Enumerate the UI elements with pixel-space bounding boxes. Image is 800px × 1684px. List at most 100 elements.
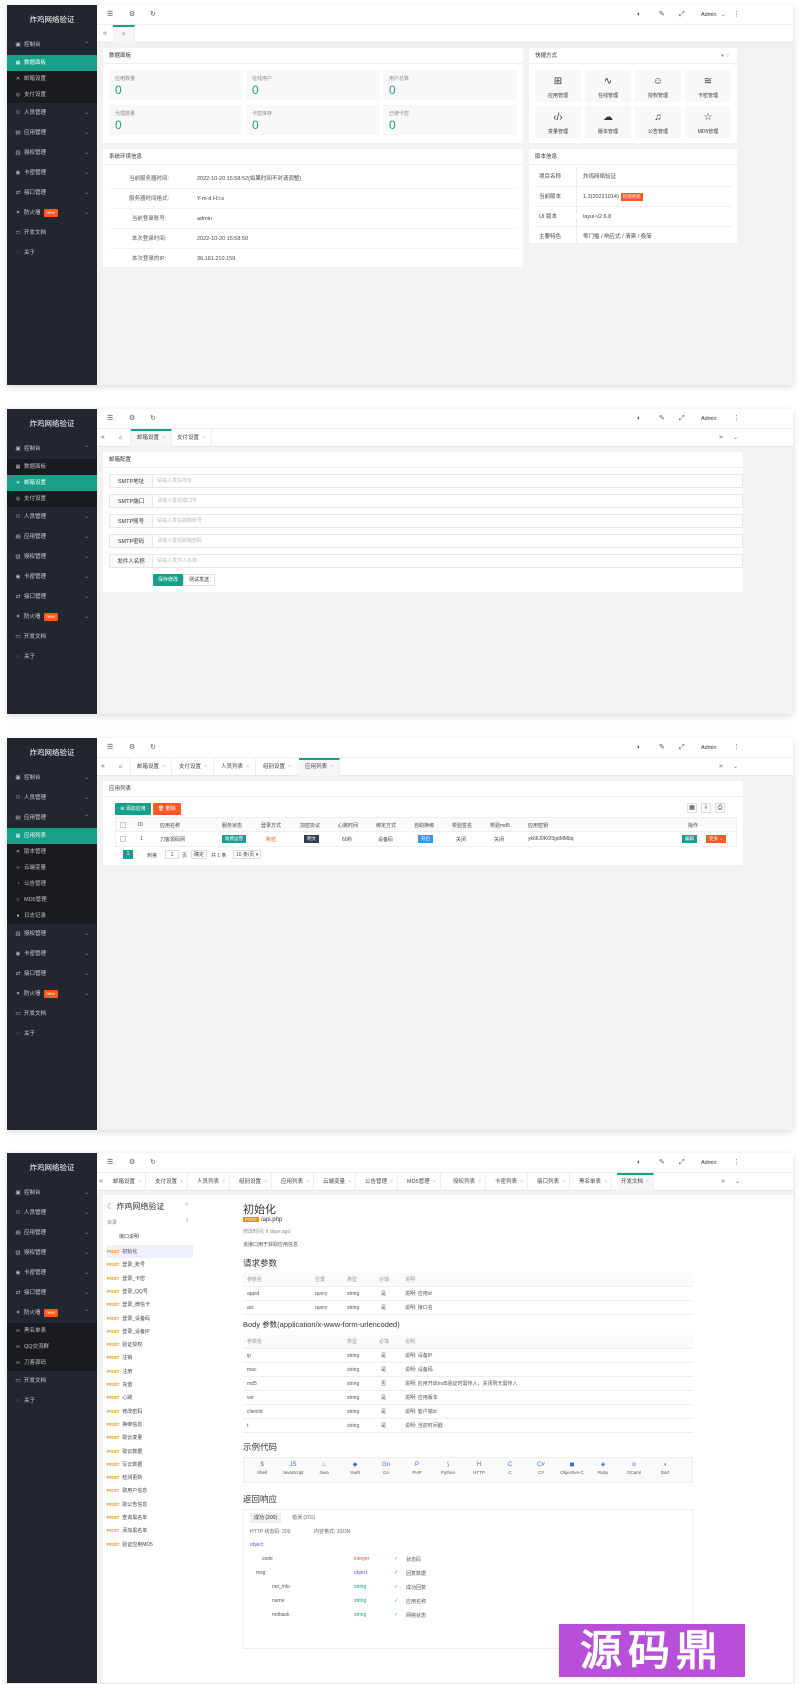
expand-icon[interactable]: ⤢: [679, 409, 685, 429]
sidebar-item-cards[interactable]: ◉ 卡密管理 ⌄: [7, 567, 97, 587]
sidebar-item-apps[interactable]: ▤ 应用管理 ⌄: [7, 527, 97, 547]
tab-pay[interactable]: 支付设置 ×: [151, 1173, 189, 1191]
api-item[interactable]: POST 登录_设备IP: [107, 1325, 193, 1338]
sidebar-item-api[interactable]: ⇄ 接口管理 ⌄: [7, 964, 97, 984]
chevron-down-icon[interactable]: ⌄: [733, 758, 738, 776]
quick-cards[interactable]: ≋ 卡密管理: [685, 70, 731, 102]
more-button[interactable]: 更多 ⌄: [706, 835, 727, 843]
sidebar-item-docs[interactable]: ▭ 开发文档: [7, 223, 97, 243]
language-option[interactable]: Go Go: [372, 1461, 400, 1475]
admin-menu[interactable]: Admin: [701, 738, 717, 758]
api-item[interactable]: POST 充值: [107, 1378, 193, 1391]
api-item[interactable]: POST 验证授权: [107, 1338, 193, 1351]
quick-online[interactable]: ∿ 在线管理: [585, 70, 631, 102]
quick-md5[interactable]: ☆ MD5管理: [685, 106, 731, 138]
sidebar-item-api[interactable]: ⇄ 接口管理 ⌄: [7, 587, 97, 607]
tab-groups[interactable]: 组别设置 ×: [257, 758, 299, 776]
close-icon[interactable]: ×: [330, 764, 333, 770]
page-current[interactable]: 1: [123, 850, 133, 859]
refresh-icon[interactable]: ↻: [150, 409, 156, 429]
menu-icon[interactable]: ☰: [107, 1153, 113, 1173]
language-option[interactable]: CC: [496, 1461, 524, 1475]
api-item[interactable]: POST 取用户信息: [107, 1484, 193, 1497]
api-item[interactable]: POST 检测更新: [107, 1471, 193, 1484]
api-item[interactable]: POST 取公告信息: [107, 1498, 193, 1511]
close-icon[interactable]: ×: [604, 1179, 607, 1185]
close-icon[interactable]: ×: [162, 435, 165, 441]
sidebar-item-cards[interactable]: ◉ 卡密管理 ⌄: [7, 1263, 97, 1283]
tab-dev-docs[interactable]: 开发文档 ×: [617, 1173, 655, 1191]
menu-icon[interactable]: ☰: [107, 5, 113, 25]
sidebar-item-firewall[interactable]: ✦ 防火墙 new ⌃: [7, 1303, 97, 1323]
more-icon[interactable]: ⋮: [733, 5, 740, 25]
double-chevron-right-icon[interactable]: »: [719, 758, 723, 776]
language-option[interactable]: ◖ Dart: [651, 1461, 679, 1475]
sender-name-input[interactable]: 请输入发件人名称: [153, 554, 743, 568]
gear-icon[interactable]: ⚙: [129, 5, 135, 25]
sidebar-item-about[interactable]: ◌ 关于: [7, 647, 97, 667]
api-item[interactable]: POST 登录_卡密: [107, 1272, 193, 1285]
sidebar-sub-pay[interactable]: ◎ 支付设置: [7, 491, 97, 507]
delete-button[interactable]: 🗑 删除: [153, 803, 181, 815]
sidebar-item-staff[interactable]: ⚇ 人员管理 ⌄: [7, 507, 97, 527]
sidebar-item-firewall[interactable]: ✦ 防火墙 new ⌄: [7, 203, 97, 223]
check-update-button[interactable]: 检测更新: [620, 192, 643, 201]
page-jump-input[interactable]: 1: [165, 850, 179, 859]
language-option[interactable]: ◼ Objective-C: [558, 1461, 586, 1475]
close-icon[interactable]: ×: [204, 764, 207, 770]
sidebar-item-docs[interactable]: ▭ 开发文档: [7, 627, 97, 647]
theme-icon[interactable]: ◐: [637, 409, 641, 429]
save-button[interactable]: 保存修改: [153, 574, 184, 586]
smtp-account-input[interactable]: 请输入发信邮箱账号: [153, 514, 743, 528]
close-icon[interactable]: ×: [138, 1179, 141, 1185]
theme-icon[interactable]: ◐: [637, 1153, 641, 1173]
refresh-icon[interactable]: ↻: [150, 1153, 156, 1173]
smtp-host-input[interactable]: 请输入发信地址: [153, 474, 743, 488]
admin-menu[interactable]: Admin: [701, 409, 717, 429]
close-icon[interactable]: ×: [306, 1179, 309, 1185]
row-checkbox[interactable]: [120, 836, 126, 842]
api-item[interactable]: POST 修改密码: [107, 1405, 193, 1418]
home-tab[interactable]: ⌂: [111, 758, 131, 776]
sidebar-item-console[interactable]: ▣ 控制台 ⌄: [7, 768, 97, 788]
select-all-checkbox[interactable]: [120, 822, 126, 828]
tab-notice[interactable]: 公告管理 ×: [361, 1173, 399, 1191]
language-option[interactable]: ◈ Ruby: [589, 1461, 617, 1475]
sidebar-item-docs[interactable]: ▭ 开发文档: [7, 1371, 97, 1391]
api-item[interactable]: POST 取云变量: [107, 1431, 193, 1444]
double-chevron-left-icon[interactable]: «: [101, 429, 105, 447]
refresh-icon[interactable]: ↻: [150, 738, 156, 758]
export-icon[interactable]: ⇩: [701, 803, 711, 813]
api-item[interactable]: POST 查询黑名单: [107, 1511, 193, 1524]
collapse-icon[interactable]: ⇕: [185, 1218, 189, 1224]
tab-error[interactable]: 错误 (201): [288, 1513, 319, 1523]
api-item[interactable]: POST 取云数据: [107, 1445, 193, 1458]
sidebar-item-cards[interactable]: ◉ 卡密管理 ⌄: [7, 163, 97, 183]
close-icon[interactable]: ×: [264, 1179, 267, 1185]
sidebar-item-apps[interactable]: ▤ 应用管理 ⌄: [7, 123, 97, 143]
sidebar-item-console[interactable]: ▣ 控制台 ⌄: [7, 1183, 97, 1203]
language-option[interactable]: JS JavaScript: [279, 1461, 307, 1475]
sidebar-item-staff[interactable]: ⚇ 人员管理 ⌄: [7, 103, 97, 123]
gear-icon[interactable]: ⚙: [129, 738, 135, 758]
api-item[interactable]: POST 添加黑名单: [107, 1524, 193, 1537]
api-item[interactable]: POST 注销: [107, 1351, 193, 1364]
smtp-port-input[interactable]: 请输入发信端口号: [153, 494, 743, 508]
note-icon[interactable]: ✎: [659, 5, 665, 25]
smtp-password-input[interactable]: 请输入发信邮箱密码: [153, 534, 743, 548]
sidebar-item-cards[interactable]: ◉ 卡密管理 ⌄: [7, 944, 97, 964]
expand-icon[interactable]: ⤢: [679, 5, 685, 25]
prev-page-icon[interactable]: ‹: [115, 852, 117, 858]
sidebar-sub-logs[interactable]: ● 日志记录: [7, 908, 97, 924]
expand-icon[interactable]: ⤢: [679, 738, 685, 758]
sidebar-item-api[interactable]: ⇄ 接口管理 ⌄: [7, 1283, 97, 1303]
quick-vars[interactable]: ‹/› 变量管理: [535, 106, 581, 138]
close-icon[interactable]: ×: [646, 1179, 649, 1185]
sidebar-item-auth[interactable]: ▥ 授权管理 ⌄: [7, 1243, 97, 1263]
sidebar-sub-blacklist[interactable]: ∞ 黑名单表: [7, 1323, 97, 1339]
language-option[interactable]: H HTTP: [465, 1461, 493, 1475]
note-icon[interactable]: ✎: [659, 738, 665, 758]
sidebar-item-staff[interactable]: ⚇ 人员管理 ⌄: [7, 1203, 97, 1223]
note-icon[interactable]: ✎: [659, 409, 665, 429]
sidebar-item-auth[interactable]: ▥ 授权管理 ⌄: [7, 143, 97, 163]
